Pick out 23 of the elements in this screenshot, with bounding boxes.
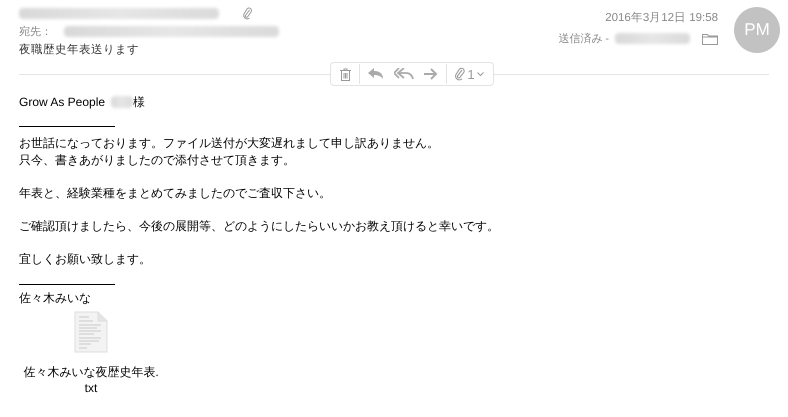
- paperclip-icon: [455, 67, 466, 81]
- paragraph: ご確認頂けましたら、今後の展開等、どのようにしたらいいかお教え頂けると幸いです。: [19, 218, 500, 235]
- folder-icon: [702, 32, 718, 44]
- redacted-name: [111, 96, 134, 108]
- email-subject: 夜職歴史年表送ります: [19, 42, 140, 57]
- email-date: 2016年3月12日 19:58: [605, 10, 718, 25]
- honorific-text: 様: [133, 94, 146, 110]
- avatar: PM: [734, 7, 780, 53]
- signature: 佐々木みいな: [19, 290, 92, 306]
- paragraph: 年表と、経験業種をまとめてみましたのでご査収下さい。: [19, 185, 332, 202]
- reply-icon: [368, 68, 384, 80]
- to-label: 宛先：: [19, 24, 52, 39]
- reply-all-icon: [394, 68, 414, 80]
- chevron-down-icon: [476, 72, 484, 76]
- greeting-text: Grow As People: [19, 95, 106, 109]
- attachment-filename[interactable]: 佐々木みいな夜歴史年表.txt: [22, 364, 160, 396]
- paragraph: 宜しくお願い致します。: [19, 251, 152, 268]
- text-document-icon[interactable]: [74, 311, 108, 353]
- mailbox-label: 送信済み -: [558, 32, 609, 46]
- trash-icon: [340, 68, 352, 80]
- forward-icon: [424, 68, 438, 80]
- paragraph: お世話になっております。ファイル送付が大変遅れまして申し訳ありません。 只今、書きあがりましたので添付させて頂きます。: [19, 135, 440, 169]
- paperclip-icon: [243, 7, 252, 20]
